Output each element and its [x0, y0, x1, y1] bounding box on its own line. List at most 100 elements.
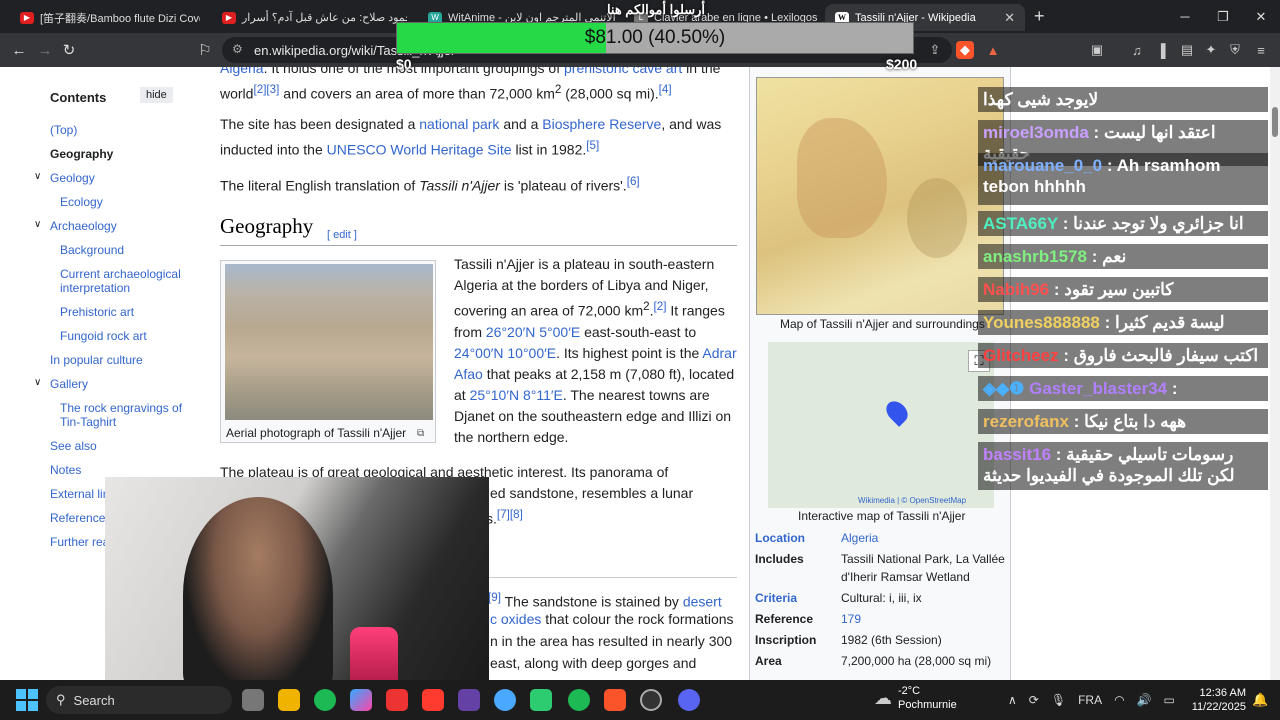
chevron-up-icon[interactable]: ∧ — [1008, 693, 1017, 707]
edit-link[interactable]: [ edit ] — [327, 225, 357, 246]
citation[interactable]: [9] — [488, 591, 501, 604]
anydesk-icon[interactable] — [422, 689, 444, 711]
toc-hide-button[interactable]: hide — [140, 87, 173, 103]
language-indicator[interactable]: FRA — [1078, 693, 1102, 707]
start-button[interactable] — [16, 689, 38, 711]
weather-widget[interactable]: ☁ -2°C Pochmurnie — [874, 684, 957, 712]
infobox-value[interactable]: 179 — [841, 610, 1009, 628]
menu-icon[interactable]: ≡ — [1252, 41, 1270, 59]
infobox-label[interactable]: Criteria — [755, 589, 797, 607]
citation[interactable]: [6] — [627, 175, 640, 188]
tab-1[interactable]: ▶ [笛子翻奏/Bamboo flute Dizi Cover][( — [10, 4, 200, 31]
new-tab-icon[interactable]: + — [1034, 6, 1045, 27]
toc-item-geology[interactable]: Geology — [50, 171, 95, 185]
link-iron-oxides[interactable]: c oxides — [490, 611, 541, 627]
taskbar-search[interactable]: ⚲ Search — [46, 686, 232, 714]
toc-item-top[interactable]: (Top) — [50, 123, 77, 137]
obs-icon[interactable] — [640, 689, 662, 711]
maximize-icon[interactable]: ❐ — [1204, 0, 1242, 33]
chat-message: marouane_0_0 : Ah rsamhom tebon hhhhh — [978, 153, 1268, 205]
link-national-park[interactable]: national park — [419, 116, 499, 132]
app-icon[interactable] — [530, 689, 552, 711]
file-explorer-icon[interactable] — [278, 689, 300, 711]
toc-item-notes[interactable]: Notes — [50, 463, 81, 477]
site-info-icon[interactable]: ⚙ — [232, 42, 243, 56]
toc-item-background[interactable]: Background — [60, 243, 124, 257]
citation[interactable]: [2][3] — [253, 83, 279, 96]
link-biosphere-reserve[interactable]: Biosphere Reserve — [542, 116, 661, 132]
toc-item-see-also[interactable]: See also — [50, 439, 97, 453]
chevron-down-icon[interactable]: ∨ — [34, 171, 41, 182]
twitch-icon[interactable] — [458, 689, 480, 711]
link-coordinates-2[interactable]: 24°00′N 10°00′E — [454, 345, 556, 361]
tab-2[interactable]: ▶ د. محمود صلاح: من عاش قبل آدم؟ أسرار — [212, 4, 407, 31]
chevron-down-icon[interactable]: ∨ — [34, 219, 41, 230]
volume-icon[interactable]: 🔊 — [1137, 693, 1152, 707]
toc-item-archaeology[interactable]: Archaeology — [50, 219, 117, 233]
map-credit[interactable]: Wikimedia | © OpenStreetMap — [858, 496, 966, 505]
media-icon[interactable]: ♫ — [1128, 41, 1146, 59]
share-icon[interactable]: ⇪ — [926, 41, 944, 59]
toc-item-ecology[interactable]: Ecology — [60, 195, 103, 209]
store-icon[interactable] — [386, 689, 408, 711]
sync-icon[interactable]: ⟳ — [1029, 693, 1039, 707]
toc-item-fungoid-rock-art[interactable]: Fungoid rock art — [60, 329, 147, 343]
link-desert-varnish[interactable]: desert — [683, 594, 722, 610]
task-view-icon[interactable] — [242, 689, 264, 711]
toc-item-gallery[interactable]: Gallery — [50, 377, 88, 391]
text: that colour the rock formations — [541, 611, 734, 627]
brave-shields-icon[interactable]: ◆ — [956, 41, 974, 59]
discord-icon[interactable] — [678, 689, 700, 711]
copilot-icon[interactable] — [350, 689, 372, 711]
chevron-down-icon[interactable]: ∨ — [34, 377, 41, 388]
aerial-photo[interactable] — [225, 264, 433, 420]
chat-username: rezerofanx — [983, 412, 1069, 431]
citation[interactable]: [5] — [586, 139, 599, 152]
link-coordinates-1[interactable]: 26°20′N 5°00′E — [486, 324, 580, 340]
map-pin-icon[interactable] — [882, 397, 912, 427]
infobox-label[interactable]: Location — [755, 529, 805, 547]
toc-item-current-interpretation[interactable]: Current archaeological interpretation — [60, 267, 200, 295]
close-window-icon[interactable]: ✕ — [1242, 0, 1280, 33]
xbox-icon[interactable] — [314, 689, 336, 711]
spotify-icon[interactable] — [568, 689, 590, 711]
vpn-icon[interactable]: ⛨ — [1226, 41, 1244, 59]
region-map[interactable] — [756, 77, 1004, 315]
battery-icon[interactable]: ▭ — [1164, 693, 1175, 707]
clock[interactable]: 12:36 AM 11/22/2025 — [1190, 686, 1246, 714]
brave-icon[interactable] — [604, 689, 626, 711]
microphone-icon[interactable]: 🎙 — [1051, 693, 1066, 707]
link-unesco[interactable]: UNESCO World Heritage Site — [327, 142, 512, 158]
interactive-map[interactable]: ⛶ — [768, 342, 994, 508]
extensions-icon[interactable]: ▣ — [1088, 41, 1106, 59]
back-icon[interactable]: ← — [8, 40, 30, 60]
wallet-icon[interactable]: ▤ — [1178, 41, 1196, 59]
app-icon[interactable] — [494, 689, 516, 711]
scroll-thumb[interactable] — [1272, 107, 1278, 137]
toc-item-prehistoric-art[interactable]: Prehistoric art — [60, 305, 134, 319]
citation[interactable]: [2] — [654, 300, 667, 313]
toc-item-rock-engravings[interactable]: The rock engravings of Tin-Taghirt — [60, 401, 195, 429]
wifi-icon[interactable]: ◠ — [1114, 693, 1124, 707]
toc-item-geography[interactable]: Geography — [50, 147, 113, 161]
leo-icon[interactable]: ✦ — [1202, 41, 1220, 59]
brave-rewards-icon[interactable]: ▲ — [984, 41, 1002, 59]
reload-icon[interactable]: ↻ — [58, 40, 80, 60]
toc-item-popular-culture[interactable]: In popular culture — [50, 353, 143, 367]
citation[interactable]: [7][8] — [497, 508, 523, 521]
infobox-value[interactable]: Algeria — [841, 529, 1009, 547]
scrollbar[interactable] — [1270, 67, 1280, 680]
forward-icon[interactable]: → — [34, 40, 56, 60]
notifications-icon[interactable]: 🔔 — [1252, 692, 1268, 708]
sandstone-paragraph: n in the area has resulted in nearly 300 — [490, 631, 740, 652]
citation[interactable]: [4] — [659, 83, 672, 96]
link-algeria[interactable]: Algeria — [220, 67, 264, 76]
link-coordinates-3[interactable]: 25°10′N 8°11′E — [470, 387, 563, 403]
minimize-icon[interactable]: ─ — [1166, 0, 1204, 33]
text: n in the area has resulted in nearly 300 — [490, 633, 733, 649]
sidebar-icon[interactable]: ▐ — [1152, 41, 1170, 59]
enlarge-icon[interactable]: ⧉ — [417, 423, 424, 444]
bookmark-icon[interactable]: ⚐ — [194, 40, 216, 60]
toc-item-references[interactable]: References — [50, 511, 111, 525]
close-tab-icon[interactable]: ✕ — [1004, 10, 1015, 26]
